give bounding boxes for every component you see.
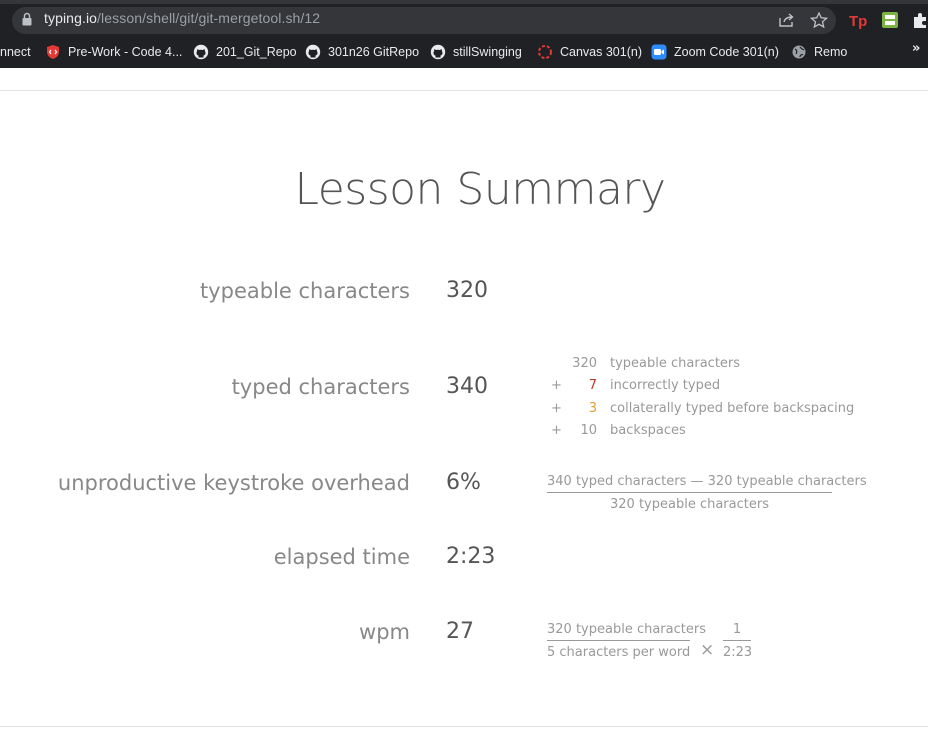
overhead-formula-denominator: 320 typeable characters — [610, 497, 769, 512]
browser-chrome: typing.io/lesson/shell/git/git-mergetool… — [0, 0, 928, 68]
wpm-formula-denominator: 5 characters per word — [547, 645, 691, 660]
bookmark-label: Canvas 301(n) — [560, 45, 642, 59]
breakdown-number-collateral: 3 — [588, 401, 597, 416]
breakdown-text: typeable characters — [610, 356, 741, 371]
github-icon — [305, 44, 321, 60]
value-elapsed-time: 2:23 — [446, 544, 496, 569]
value-typed-characters: 340 — [446, 374, 488, 399]
breakdown-row: 320 typeable characters — [547, 356, 847, 376]
url-path: /lesson/shell/git/git-mergetool.sh/12 — [97, 10, 321, 26]
bookmark-301n26-gitrepo[interactable]: 301n26 GitRepo — [305, 43, 419, 61]
star-icon[interactable] — [810, 12, 828, 28]
url-text[interactable]: typing.io/lesson/shell/git/git-mergetool… — [44, 10, 320, 26]
share-icon[interactable] — [778, 12, 796, 28]
wpm-formula-left: 320 typeable characters 5 characters per… — [547, 622, 706, 660]
wpm-formula-denominator2: 2:23 — [723, 645, 753, 660]
overhead-formula-numerator: 340 typed characters — 320 typeable char… — [547, 474, 867, 493]
top-divider — [0, 90, 928, 91]
bookmark-label: 301n26 GitRepo — [328, 45, 420, 59]
value-wpm: 27 — [446, 619, 474, 644]
lesson-summary-page: Lesson Summary typeable characters 320 t… — [0, 68, 928, 735]
bottom-divider — [0, 726, 928, 727]
breakdown-operator: + — [551, 401, 562, 416]
zoom-icon — [651, 44, 667, 60]
github-icon — [430, 44, 446, 60]
breakdown-operator: + — [551, 423, 562, 438]
label-elapsed-time: elapsed time — [273, 545, 410, 569]
breakdown-number: 320 — [572, 356, 597, 371]
svg-text:Tp: Tp — [849, 13, 867, 30]
breakdown-text: backspaces — [610, 423, 686, 438]
github-icon — [193, 44, 209, 60]
multiply-sign: × — [700, 640, 715, 660]
tab-strip-edge — [0, 0, 928, 4]
lock-icon[interactable] — [22, 12, 32, 26]
label-wpm: wpm — [359, 620, 410, 644]
label-unproductive-overhead: unproductive keystroke overhead — [57, 471, 410, 495]
bookmark-label: Pre-Work - Code 4... — [68, 45, 183, 59]
page-title: Lesson Summary — [294, 164, 666, 215]
bookmark-canvas-301n[interactable]: Canvas 301(n) — [537, 43, 642, 61]
url-host: typing.io — [44, 10, 98, 26]
breakdown-row: + 10 backspaces — [547, 423, 847, 443]
canvas-icon — [538, 45, 552, 59]
label-typed-characters: typed characters — [231, 375, 410, 399]
bookmark-label: 201_Git_Repo — [216, 45, 297, 59]
bookmark-prework[interactable]: Pre-Work - Code 4... — [45, 43, 182, 61]
breakdown-text: incorrectly typed — [610, 378, 721, 393]
breakdown-text: collaterally typed before backspacing — [610, 401, 855, 416]
bookmark-connect[interactable]: nnect — [0, 43, 31, 61]
bookmark-label: stillSwinging — [453, 45, 522, 59]
bookmarks-bar: nnect Pre-Work - Code 4... 201_Git_Repo … — [0, 40, 928, 64]
bookmark-label: Remo — [814, 45, 848, 59]
wpm-formula-numerator2: 1 — [723, 622, 751, 641]
bookmark-label: Zoom Code 301(n) — [674, 45, 779, 59]
printer-extension-icon[interactable] — [880, 10, 900, 30]
breakdown-number: 10 — [580, 423, 597, 438]
breakdown-row: + 3 collaterally typed before backspacin… — [547, 401, 854, 421]
breakdown-row: + 7 incorrectly typed — [547, 378, 847, 398]
wpm-formula-numerator: 320 typeable characters — [547, 622, 706, 641]
bookmark-stillswinging[interactable]: stillSwinging — [430, 43, 522, 61]
codefellows-icon — [47, 45, 59, 59]
breakdown-number-incorrect: 7 — [588, 378, 597, 393]
bookmark-remo[interactable]: Remo — [791, 43, 847, 61]
typing-extension-icon[interactable]: Tp — [848, 10, 868, 30]
bookmark-label: nnect — [0, 45, 31, 59]
bookmarks-overflow-button[interactable]: » — [912, 41, 920, 56]
extensions-puzzle-icon[interactable] — [910, 10, 928, 30]
overhead-formula: 340 typed characters — 320 typeable char… — [547, 474, 867, 512]
value-unproductive-overhead: 6% — [446, 470, 481, 495]
label-typeable-characters: typeable characters — [199, 279, 410, 303]
bookmark-zoom-code-301n[interactable]: Zoom Code 301(n) — [651, 43, 779, 61]
globe-icon — [792, 45, 806, 59]
wpm-formula-right: 1 2:23 — [723, 622, 753, 660]
breakdown-operator: + — [551, 378, 562, 393]
bookmark-201-git-repo[interactable]: 201_Git_Repo — [193, 43, 297, 61]
value-typeable-characters: 320 — [446, 278, 488, 303]
